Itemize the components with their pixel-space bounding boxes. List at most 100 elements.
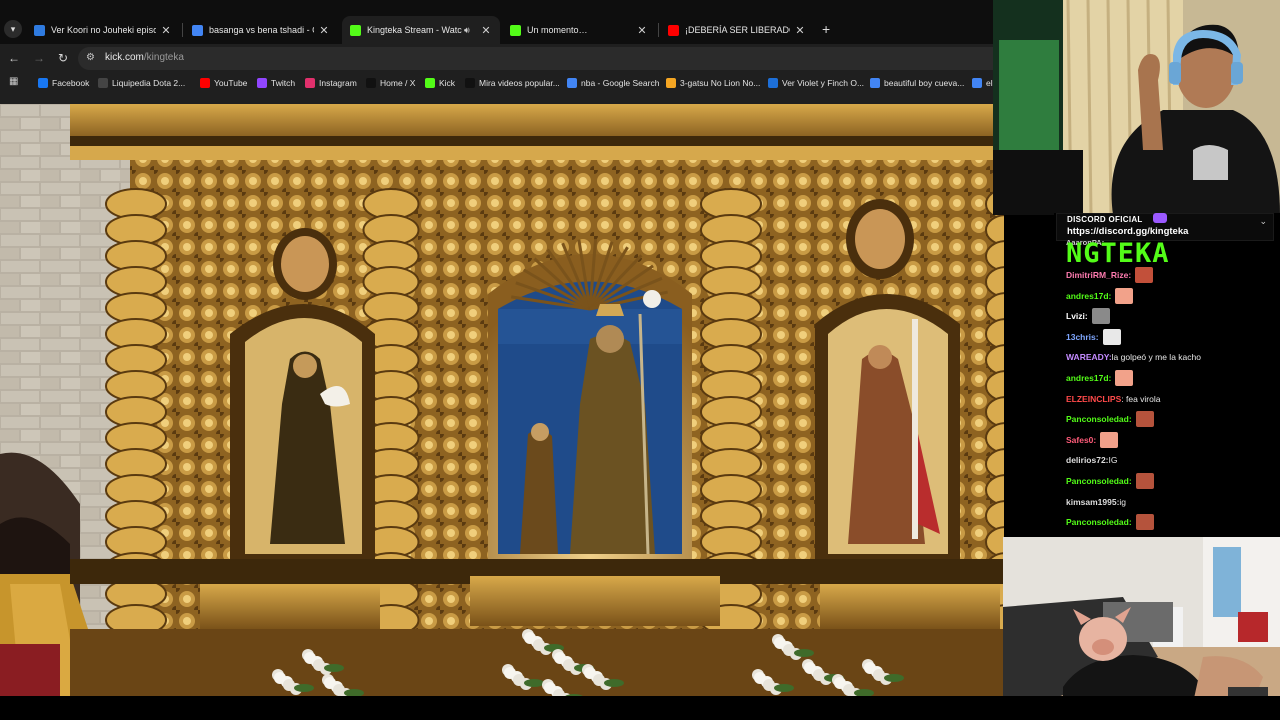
chat-message-text: la golpeó y me la kacho	[1111, 352, 1201, 363]
tab-title: Ver Koori no Jouheki episodio 1	[51, 25, 156, 35]
chat-username[interactable]: 13chris:	[1066, 332, 1099, 342]
chat-username[interactable]: DimitriRM_Rize:	[1066, 270, 1131, 280]
tab-title: Un momento…	[527, 25, 588, 35]
chat-message: kimsam1995: ig	[1066, 492, 1126, 512]
bookmark-label: YouTube	[214, 78, 248, 88]
chat-big-emote-text: NGTEKA	[1066, 238, 1170, 269]
bookmark-instagram[interactable]: Instagram	[305, 76, 357, 90]
back-button[interactable]: ←	[6, 50, 22, 66]
tab-un-momento[interactable]: Un momento… ✕	[502, 16, 656, 44]
chat-username[interactable]: andres17d:	[1066, 373, 1111, 383]
tab-title: Kingteka Stream - Watch Live	[367, 25, 462, 35]
bookmark-3-gatsu-no-lion-no[interactable]: 3-gatsu No Lion No...	[666, 76, 760, 90]
chevron-down-icon: ▾	[10, 24, 16, 34]
chat-username[interactable]: ELZEINCLIPS	[1066, 394, 1121, 404]
emote-icon	[1091, 308, 1110, 325]
chat-message-text: ig	[1119, 496, 1127, 507]
stream-video[interactable]	[0, 104, 1004, 696]
kick-icon	[425, 78, 435, 88]
chevron-down-icon[interactable]: ⌄	[1259, 216, 1267, 227]
bookmark-label: 3-gatsu No Lion No...	[680, 78, 761, 88]
chat-message-text: : fea virola	[1121, 393, 1161, 404]
chat-username[interactable]: delirios72:	[1066, 455, 1109, 465]
tab-kingteka-stream[interactable]: Kingteka Stream - Watch Live 🔊︎ ✕	[342, 16, 500, 44]
emote-icon	[1135, 473, 1154, 489]
chat-username[interactable]: Panconsoledad:	[1066, 476, 1132, 486]
chat-message: Panconsoledad:	[1066, 471, 1154, 491]
chat-message: Panconsoledad:	[1066, 409, 1154, 429]
chat-username[interactable]: Lvizi:	[1066, 311, 1088, 321]
bookmark-el[interactable]: el	[972, 76, 993, 90]
chat-message: delirios72: IG	[1066, 450, 1118, 470]
bookmark-facebook[interactable]: Facebook	[38, 76, 89, 90]
chat-panel: DISCORD OFICIAL https://discord.gg/kingt…	[1054, 213, 1280, 538]
close-icon[interactable]: ✕	[160, 24, 172, 37]
arrow-left-icon: ←	[8, 51, 20, 65]
facebook-icon	[38, 78, 48, 88]
x-icon	[366, 78, 376, 88]
tab-search-button[interactable]: ▾	[4, 20, 22, 38]
bookmark-beautiful-boy-cueva[interactable]: beautiful boy cueva...	[870, 76, 964, 90]
bookmark-label: el	[986, 78, 993, 88]
bookmark-ver-violet-y-finch-o[interactable]: Ver Violet y Finch O...	[768, 76, 864, 90]
bookmark-kick[interactable]: Kick	[425, 76, 455, 90]
bookmark-twitch[interactable]: Twitch	[257, 76, 295, 90]
tab-title: basanga vs bena tshadi - Google	[209, 25, 314, 35]
browser-chrome: ▾ Ver Koori no Jouheki episodio 1 ✕ basa…	[0, 0, 993, 104]
site-info-icon[interactable]: ⚙	[86, 52, 98, 64]
bookmark-label: beautiful boy cueva...	[884, 78, 965, 88]
chat-username[interactable]: andres17d:	[1066, 291, 1111, 301]
bookmark-youtube[interactable]: YouTube	[200, 76, 247, 90]
discord-link[interactable]: https://discord.gg/kingteka	[1067, 226, 1188, 237]
apps-grid-icon[interactable]: ▦	[9, 77, 19, 87]
chat-username[interactable]: kimsam1995:	[1066, 497, 1119, 507]
bookmark-liquipedia-dota-2[interactable]: Liquipedia Dota 2...	[98, 76, 185, 90]
chat-username[interactable]: Safes0:	[1066, 435, 1096, 445]
webcam-feed	[1003, 537, 1280, 703]
tab-koori[interactable]: Ver Koori no Jouheki episodio 1 ✕	[26, 16, 180, 44]
chat-message: 13chris:	[1066, 327, 1121, 347]
speaker-icon[interactable]: 🔊︎	[464, 25, 476, 36]
bookmark-label: Instagram	[319, 78, 357, 88]
pinned-message[interactable]: DISCORD OFICIAL https://discord.gg/kingt…	[1056, 213, 1274, 241]
bookmark-label: Kick	[439, 78, 456, 88]
close-icon[interactable]: ✕	[318, 24, 330, 37]
url-path: /kingteka	[143, 52, 184, 63]
chat-message-text: IG	[1108, 455, 1118, 466]
streamer-webcam	[993, 0, 1280, 215]
plus-icon: +	[822, 21, 831, 37]
emote-icon	[1115, 370, 1134, 386]
bookmark-nba-google-search[interactable]: nba - Google Search	[567, 76, 659, 90]
bookmark-home-x[interactable]: Home / X	[366, 76, 415, 90]
bookmark-site-icon	[666, 78, 676, 88]
tab-youtube-video[interactable]: ¡DEBERÍA SER LIBERADO EN EL ✕	[660, 16, 814, 44]
address-bar[interactable]: ⚙ kick.com/kingteka	[78, 47, 993, 70]
google-icon	[567, 78, 577, 88]
close-icon[interactable]: ✕	[794, 24, 806, 37]
bookmark-mira-videos-popular[interactable]: Mira videos popular...	[465, 76, 560, 90]
google-icon	[870, 78, 880, 88]
discord-icon	[1153, 213, 1167, 223]
tab-google-search[interactable]: basanga vs bena tshadi - Google ✕	[184, 16, 338, 44]
close-icon[interactable]: ✕	[480, 24, 492, 37]
forward-button[interactable]: →	[31, 50, 47, 66]
close-icon[interactable]: ✕	[636, 24, 648, 37]
webcam-feed	[993, 0, 1280, 215]
liquipedia-icon	[98, 78, 108, 88]
bookmark-label: Liquipedia Dota 2...	[112, 78, 186, 88]
bookmark-label: Home / X	[380, 78, 416, 88]
toolbar: ← → ↻ ⚙ kick.com/kingteka	[0, 44, 993, 72]
bookmarks-bar: ▦ Facebook Liquipedia Dota 2... YouTube Twi…	[0, 72, 993, 94]
emote-icon	[1135, 514, 1154, 531]
new-tab-button[interactable]: +	[822, 20, 830, 38]
kick-icon	[350, 24, 361, 36]
altar-video-frame	[0, 104, 1004, 696]
chat-username[interactable]: WAREADY:	[1066, 352, 1112, 362]
chat-message: Safes0:	[1066, 430, 1119, 450]
reload-button[interactable]: ↻	[55, 50, 71, 66]
chat-message: DimitriRM_Rize:	[1066, 265, 1154, 285]
chat-username[interactable]: Panconsoledad:	[1066, 414, 1132, 424]
chat-username[interactable]: Panconsoledad:	[1066, 517, 1132, 527]
chat-message: ELZEINCLIPS: fea virola	[1066, 389, 1160, 409]
kick-icon	[510, 24, 521, 36]
